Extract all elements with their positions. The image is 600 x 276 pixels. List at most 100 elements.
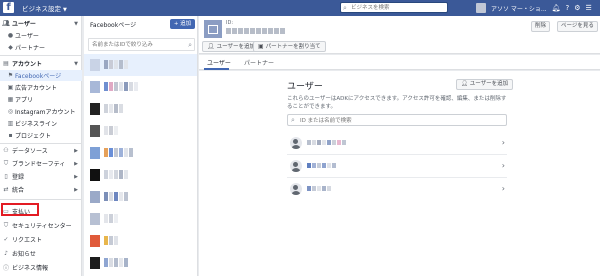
- menu-icon[interactable]: ☰: [586, 3, 592, 13]
- info-icon: ⓘ: [2, 265, 9, 272]
- add-user-button[interactable]: 👤︎ ユーザーを追加: [202, 41, 261, 52]
- assign-partner-button[interactable]: ▣ パートナーを割り当て: [253, 41, 326, 52]
- person-add-icon: 👤︎: [461, 81, 470, 87]
- sidebar-head-accounts[interactable]: ▤ アカウント ▼: [0, 58, 82, 69]
- person-icon: ●: [7, 32, 14, 39]
- page-list-item[interactable]: [84, 120, 197, 142]
- highlight-box: [1, 203, 39, 216]
- sidebar-item-requests[interactable]: ✓ リクエスト: [0, 234, 82, 245]
- search-icon: ⌕: [343, 4, 347, 12]
- shield-icon: ⛉: [3, 221, 9, 229]
- sidebar-section-data-sources[interactable]: ⚇ データソース ▶: [0, 145, 82, 156]
- briefcase-icon: ▣: [258, 43, 264, 50]
- user-search-input[interactable]: [300, 116, 500, 125]
- sidebar-item-business-lines[interactable]: ▥ ビジネスライン: [0, 118, 82, 129]
- page-thumbnail: [90, 59, 100, 71]
- chevron-right-icon: ▶: [74, 160, 78, 167]
- sidebar-item-apps[interactable]: ▦ アプリ: [0, 94, 82, 105]
- user-row[interactable]: ›: [287, 155, 507, 177]
- user-avatar: [290, 183, 302, 195]
- page-name-redacted: [104, 214, 118, 224]
- divider: [0, 55, 82, 56]
- page-filter-input[interactable]: [92, 40, 182, 50]
- registration-icon: ▯: [4, 173, 8, 180]
- sidebar-section-registration[interactable]: ▯ 登録 ▶: [0, 171, 82, 182]
- integration-icon: ⇄: [3, 186, 9, 193]
- flag-icon: ⚑: [7, 72, 14, 79]
- user-row[interactable]: ›: [287, 132, 507, 154]
- page-list-item[interactable]: [84, 98, 197, 120]
- sidebar: 👥︎ ユーザー ▼ ● ユーザー ◆ パートナー ▤ アカウント ▼ ⚑ Facebookペー…: [0, 16, 82, 276]
- page-name-redacted: [104, 82, 138, 92]
- tab-users[interactable]: ユーザー: [207, 58, 231, 67]
- page-list-item[interactable]: [84, 76, 197, 98]
- page-name-redacted: [104, 60, 128, 70]
- panel-description: これらのユーザーはADKにアクセスできます。アクセス許可を確認、編集、または削除…: [287, 96, 507, 110]
- page-thumbnail: [90, 257, 100, 269]
- user-name[interactable]: アソソ マー・ショ...: [491, 4, 547, 13]
- top-bar: f ビジネス設定▼ ⌕ アソソ マー・ショ... 🔔︎ ? ⚙ ☰: [0, 0, 600, 16]
- page-title-redacted: [226, 28, 285, 34]
- sidebar-item-notifications[interactable]: ♪ お知らせ: [0, 248, 82, 259]
- page-list-title: Facebookページ: [90, 22, 137, 29]
- page-list-item[interactable]: [84, 186, 197, 208]
- page-list-item[interactable]: [84, 252, 197, 274]
- ad-account-icon: ▣: [7, 84, 14, 91]
- shield-icon: ⛉: [3, 159, 9, 167]
- user-row[interactable]: ›: [287, 178, 507, 200]
- business-search-input[interactable]: [351, 3, 446, 12]
- chevron-right-icon: ▶: [74, 147, 78, 154]
- sidebar-item-business-info[interactable]: ⓘ ビジネス情報: [0, 262, 82, 273]
- user-avatar: [290, 137, 302, 149]
- folder-icon: ▤: [3, 60, 9, 67]
- sidebar-head-users[interactable]: 👥︎ ユーザー ▼: [0, 18, 82, 29]
- page-name-redacted: [104, 104, 123, 114]
- chevron-right-icon: ›: [501, 161, 505, 170]
- page-name-redacted: [104, 192, 128, 202]
- page-name-redacted: [104, 236, 118, 246]
- chevron-down-icon: ▼: [63, 7, 67, 13]
- bell-icon: ♪: [4, 250, 8, 257]
- business-settings-title[interactable]: ビジネス設定 ▼: [22, 3, 67, 13]
- chevron-down-icon: ▼: [74, 60, 78, 67]
- page-avatar: [204, 20, 222, 38]
- sidebar-section-brand-safety[interactable]: ⛉ ブランドセーフティ ▶: [0, 158, 82, 169]
- gear-icon[interactable]: ⚙: [574, 3, 580, 13]
- sidebar-item-ad-accounts[interactable]: ▣ 広告アカウント: [0, 82, 82, 93]
- bell-icon[interactable]: 🔔︎: [552, 3, 561, 13]
- user-search[interactable]: ⌕: [287, 114, 507, 126]
- panel-title: ユーザー: [287, 82, 323, 92]
- facebook-logo-icon[interactable]: f: [3, 2, 14, 13]
- sidebar-item-users[interactable]: ● ユーザー: [0, 30, 82, 41]
- business-search[interactable]: ⌕: [340, 2, 448, 13]
- page-id-label: ID:: [226, 20, 234, 26]
- user-avatar[interactable]: [476, 3, 486, 13]
- page-filter[interactable]: ⌕: [88, 38, 195, 51]
- user-avatar: [290, 160, 302, 172]
- sidebar-item-facebook-pages[interactable]: ⚑ Facebookページ: [0, 70, 82, 81]
- help-icon[interactable]: ?: [566, 3, 570, 13]
- page-list-item[interactable]: [84, 208, 197, 230]
- tab-partners[interactable]: パートナー: [244, 58, 274, 67]
- page-list-item[interactable]: [84, 142, 197, 164]
- chevron-right-icon: ›: [501, 184, 505, 193]
- sidebar-section-integrations[interactable]: ⇄ 統合 ▶: [0, 184, 82, 195]
- add-page-button[interactable]: + 追加: [170, 19, 195, 29]
- page-list-item[interactable]: [84, 230, 197, 252]
- page-name-redacted: [104, 258, 128, 268]
- page-thumbnail: [90, 191, 100, 203]
- panel-add-user-button[interactable]: 👤︎ ユーザーを追加: [456, 79, 514, 90]
- page-thumbnail: [90, 235, 100, 247]
- sidebar-item-partners[interactable]: ◆ パートナー: [0, 42, 82, 53]
- remove-button[interactable]: 削除: [531, 21, 551, 32]
- search-icon: ⌕: [291, 116, 295, 124]
- user-name-redacted: [307, 163, 336, 168]
- view-page-button[interactable]: ページを見る: [557, 21, 598, 32]
- page-list-item[interactable]: [84, 164, 197, 186]
- sidebar-item-instagram[interactable]: ◎ Instagramアカウント: [0, 106, 82, 117]
- page-list-item[interactable]: [84, 54, 197, 76]
- sidebar-item-security-center[interactable]: ⛉ セキュリティセンター: [0, 220, 82, 231]
- person-add-icon: 👤︎: [207, 43, 215, 50]
- users-icon: 👥︎: [2, 20, 10, 27]
- sidebar-item-projects[interactable]: ▪ プロジェクト: [0, 130, 82, 141]
